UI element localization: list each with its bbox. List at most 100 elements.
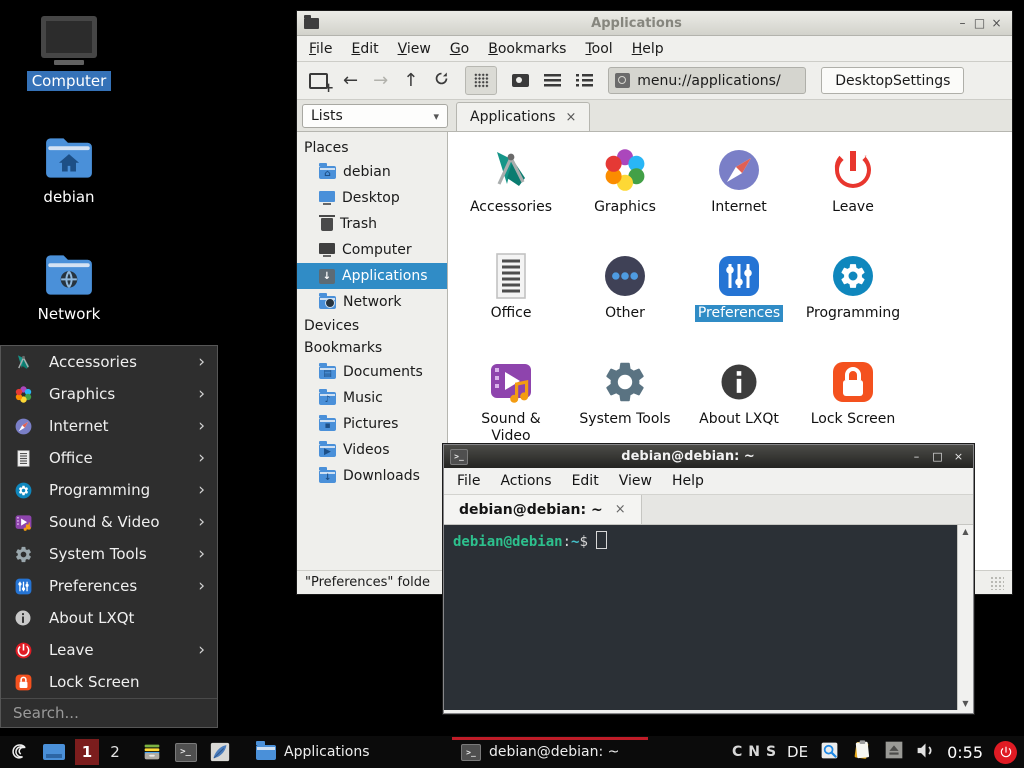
main-menu-button[interactable] (7, 740, 32, 765)
back-button[interactable]: ← (343, 72, 358, 90)
clipboard-tray-icon[interactable] (851, 739, 873, 765)
menu-item-programming[interactable]: Programming › (1, 474, 217, 506)
tab-close-icon[interactable]: × (566, 110, 577, 125)
terminal-tab[interactable]: debian@debian: ~ × (444, 495, 642, 524)
power-button[interactable] (994, 741, 1017, 764)
sidebar-item-music[interactable]: ♪ Music (297, 385, 447, 411)
folder-preferences[interactable]: Preferences (682, 250, 796, 356)
menu-item-office[interactable]: Office › (1, 442, 217, 474)
folder-accessories[interactable]: Accessories (454, 144, 568, 250)
menu-actions[interactable]: Actions (500, 473, 551, 489)
desktop-icon-network[interactable]: Network (14, 251, 124, 324)
sidebar-item-pictures[interactable]: ▪ Pictures (297, 411, 447, 437)
menu-item-internet[interactable]: Internet › (1, 410, 217, 442)
thumbnail-view-icon[interactable] (512, 74, 529, 87)
quicklaunch-featherpad-button[interactable] (207, 740, 232, 765)
fm-title-bar[interactable]: Applications – □ × (297, 11, 1012, 36)
scroll-lock-indicator[interactable]: S (766, 744, 776, 760)
menu-help[interactable]: Help (672, 473, 704, 489)
tab-close-icon[interactable]: × (615, 502, 626, 517)
workspace-2-button[interactable]: 2 (108, 743, 122, 761)
up-button[interactable]: ↑ (403, 72, 418, 90)
tab-applications[interactable]: Applications × (456, 102, 590, 131)
menu-tool[interactable]: Tool (585, 41, 612, 57)
address-bar[interactable]: menu://applications/ (608, 67, 806, 94)
terminal-title-bar[interactable]: debian@debian: ~ – □ × (444, 445, 973, 468)
menu-view[interactable]: View (398, 41, 431, 57)
keyboard-layout-indicator[interactable]: DE (787, 743, 808, 761)
folder-leave[interactable]: Leave (796, 144, 910, 250)
menu-file[interactable]: File (457, 473, 480, 489)
menu-item-lock-screen[interactable]: Lock Screen (1, 666, 217, 698)
menu-item-system-tools[interactable]: System Tools › (1, 538, 217, 570)
num-lock-indicator[interactable]: N (748, 744, 760, 760)
terminal-output[interactable]: debian@debian:~$ (444, 525, 957, 710)
drawer-icon (141, 741, 163, 763)
folder-other[interactable]: Other (568, 250, 682, 356)
menu-go[interactable]: Go (450, 41, 469, 57)
folder-internet[interactable]: Internet (682, 144, 796, 250)
caps-lock-indicator[interactable]: C (732, 744, 742, 760)
icon-view-button[interactable] (465, 66, 497, 95)
close-button[interactable]: × (988, 17, 1005, 29)
desktop-icon-label: debian (38, 187, 99, 207)
menu-search-input[interactable] (11, 703, 211, 723)
scroll-down-icon[interactable]: ▼ (959, 697, 972, 710)
maximize-button[interactable]: □ (929, 451, 946, 462)
list-view-icon[interactable] (544, 74, 561, 87)
sidebar-item-documents[interactable]: ▤ Documents (297, 359, 447, 385)
desktop-icon-computer[interactable]: Computer (14, 16, 124, 91)
eject-tray-icon[interactable] (884, 740, 904, 764)
task-button-applications[interactable]: Applications (247, 736, 443, 768)
menu-item-accessories[interactable]: Accessories › (1, 346, 217, 378)
scroll-up-icon[interactable]: ▲ (959, 525, 972, 538)
menu-item-about-lxqt[interactable]: About LXQt (1, 602, 217, 634)
menu-file[interactable]: File (309, 41, 332, 57)
folder-office[interactable]: Office (454, 250, 568, 356)
folder-label: About LXQt (699, 411, 779, 428)
menu-bookmarks[interactable]: Bookmarks (488, 41, 566, 57)
new-tab-button[interactable] (309, 73, 328, 89)
minimize-button[interactable]: – (908, 451, 925, 462)
resize-grip[interactable] (990, 576, 1004, 590)
close-button[interactable]: × (950, 451, 967, 462)
folder-icon (256, 745, 276, 760)
sidebar-item-label: Pictures (343, 416, 398, 432)
maximize-button[interactable]: □ (971, 17, 988, 29)
clock[interactable]: 0:55 (947, 743, 983, 762)
menu-edit[interactable]: Edit (572, 473, 599, 489)
task-button-terminal[interactable]: debian@debian: ~ (452, 736, 648, 768)
menu-help[interactable]: Help (632, 41, 664, 57)
quicklaunch-file-manager-button[interactable] (139, 740, 164, 765)
workspace-1-button[interactable]: 1 (75, 739, 99, 765)
sidebar-item-videos[interactable]: ▶ Videos (297, 437, 447, 463)
folder-graphics[interactable]: Graphics (568, 144, 682, 250)
sidebar-item-applications[interactable]: ↓ Applications (297, 263, 447, 289)
menu-edit[interactable]: Edit (351, 41, 378, 57)
menu-item-sound-video[interactable]: Sound & Video › (1, 506, 217, 538)
volume-tray-icon[interactable] (915, 740, 936, 765)
sidebar-item-downloads[interactable]: ↓ Downloads (297, 463, 447, 489)
menu-item-graphics[interactable]: Graphics › (1, 378, 217, 410)
menu-item-leave[interactable]: Leave › (1, 634, 217, 666)
sidebar-item-network[interactable]: Network (297, 289, 447, 315)
sidebar-item-computer[interactable]: Computer (297, 237, 447, 263)
screenshot-tray-icon[interactable] (819, 740, 840, 765)
desktop-icon-debian[interactable]: debian (14, 134, 124, 207)
sidebar-item-desktop[interactable]: Desktop (297, 185, 447, 211)
sidebar-item-debian[interactable]: ⌂ debian (297, 159, 447, 185)
forward-button[interactable]: → (373, 72, 388, 90)
sidebar-item-trash[interactable]: Trash (297, 211, 447, 237)
quicklaunch-terminal-button[interactable] (173, 740, 198, 765)
folder-programming[interactable]: Programming (796, 250, 910, 356)
lists-combo[interactable]: Lists ▾ (302, 104, 448, 128)
menu-item-preferences[interactable]: Preferences › (1, 570, 217, 602)
minimize-button[interactable]: – (954, 17, 971, 29)
reload-button[interactable] (433, 70, 450, 91)
show-desktop-button[interactable] (41, 740, 66, 765)
compact-view-icon[interactable] (576, 74, 593, 87)
folder-label: Lock Screen (811, 411, 896, 428)
terminal-scrollbar[interactable]: ▲ ▼ (957, 525, 973, 710)
menu-view[interactable]: View (619, 473, 652, 489)
desktop-settings-button[interactable]: DesktopSettings (821, 67, 964, 94)
